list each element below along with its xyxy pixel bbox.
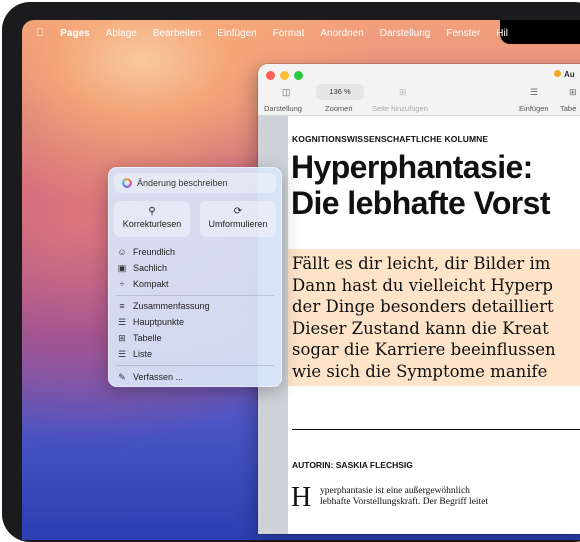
menu-bar:  Pages Ablage Bearbeiten Einfügen Forma…	[22, 20, 508, 46]
list-label: Liste	[133, 349, 153, 359]
menu-separator	[116, 295, 274, 296]
magnifier-icon: ⚲	[148, 206, 156, 217]
menu-fenster[interactable]: Fenster	[446, 28, 480, 39]
add-page-icon: ⊞	[399, 87, 407, 97]
menu-bearbeiten[interactable]: Bearbeiten	[153, 28, 201, 39]
pages-window: Au ◫ Darstellung 136 % Zoomen ⊞ Seite hi…	[258, 64, 580, 534]
tone-professional-item[interactable]: ▣ Sachlich	[116, 261, 167, 275]
table-item[interactable]: ⊞ Tabelle	[116, 331, 162, 345]
author-byline: AUTORIN: SASKIA FLECHSIG	[292, 460, 413, 470]
document-title-text: Au	[564, 70, 575, 79]
summary-item[interactable]: ≡ Zusammenfassung	[116, 299, 210, 313]
briefcase-icon: ▣	[117, 262, 127, 273]
drop-cap: H	[291, 482, 312, 513]
view-button-label[interactable]: Darstellung	[264, 104, 302, 113]
body-line: yperphantasie ist eine außergewöhnlich	[320, 486, 470, 496]
apple-intelligence-icon	[122, 178, 132, 188]
insert-button-label[interactable]: Einfügen	[519, 104, 549, 113]
describe-change-placeholder: Änderung beschreiben	[137, 178, 228, 188]
column-kicker: KOGNITIONSWISSENSCHAFTLICHE KOLUMNE	[292, 134, 489, 144]
menu-einfuegen[interactable]: Einfügen	[217, 28, 256, 39]
smiley-icon: ☺	[117, 247, 127, 257]
menu-separator	[116, 365, 274, 366]
describe-change-input[interactable]: Änderung beschreiben	[114, 173, 276, 193]
proofread-button[interactable]: ⚲ Korrekturlesen	[114, 201, 190, 237]
headline-line: Die lebhafte Vorst	[291, 185, 550, 221]
table-button-label[interactable]: Tabe	[560, 104, 576, 113]
window-controls	[266, 71, 303, 80]
menu-ablage[interactable]: Ablage	[106, 28, 137, 39]
headline: Hyperphantasie: Die lebhafte Vorst	[291, 149, 550, 221]
sidebar-icon[interactable]: ◫	[282, 87, 291, 98]
proofread-label: Korrekturlesen	[122, 219, 182, 229]
bullet-list-icon: ☰	[117, 316, 127, 327]
lead-line: Dieser Zustand kann die Kreat	[292, 318, 549, 338]
writing-tools-popup: Änderung beschreiben ⚲ Korrekturlesen ⟳ …	[108, 167, 282, 387]
lead-line: sogar die Karriere beeinflussen	[292, 340, 556, 359]
table-icon[interactable]: ⊞	[569, 87, 577, 98]
key-points-item[interactable]: ☰ Hauptpunkte	[116, 315, 184, 329]
zoom-window-button[interactable]	[294, 71, 303, 80]
menu-anordnen[interactable]: Anordnen	[320, 28, 363, 39]
document-title: Au	[554, 70, 580, 84]
summary-label: Zusammenfassung	[133, 301, 210, 311]
window-toolbar: Au ◫ Darstellung 136 % Zoomen ⊞ Seite hi…	[258, 64, 580, 116]
apple-icon[interactable]: 	[36, 27, 44, 39]
divider	[292, 429, 580, 430]
menu-format[interactable]: Format	[273, 28, 305, 39]
menu-darstellung[interactable]: Darstellung	[380, 28, 431, 39]
compose-label: Verfassen ...	[133, 372, 184, 382]
list-item[interactable]: ☰ Liste	[116, 347, 152, 361]
lead-line: der Dinge besonders detailliert	[292, 297, 554, 316]
body-line: lebhafte Vorstellungskraft. Der Begriff …	[320, 497, 489, 507]
document-icon	[554, 70, 561, 77]
tone-friendly-label: Freundlich	[133, 247, 176, 257]
pencil-icon: ✎	[118, 371, 126, 382]
headline-line: Hyperphantasie:	[291, 149, 533, 185]
tone-concise-item[interactable]: ÷ Kompakt	[116, 277, 169, 291]
selected-lead-text[interactable]: Fällt es dir leicht, dir Bilder im Dann …	[288, 249, 580, 386]
zoom-label: Zoomen	[325, 104, 353, 113]
menu-hilfe[interactable]: Hil	[496, 28, 508, 39]
table-grid-icon: ⊞	[118, 332, 126, 343]
compose-item[interactable]: ✎ Verfassen ...	[116, 370, 183, 384]
tone-professional-label: Sachlich	[133, 263, 168, 273]
document-canvas: KOGNITIONSWISSENSCHAFTLICHE KOLUMNE Hype…	[258, 116, 580, 534]
rewrite-icon: ⟳	[233, 206, 243, 217]
minimize-button[interactable]	[280, 71, 289, 80]
close-button[interactable]	[266, 71, 275, 80]
key-points-label: Hauptpunkte	[133, 317, 185, 327]
body-text: yperphantasie ist eine außergewöhnlich l…	[320, 486, 488, 508]
list-icon: ☰	[117, 348, 127, 359]
lead-line: wie sich die Symptome manife	[292, 361, 548, 381]
compress-icon: ÷	[119, 279, 125, 289]
rewrite-label: Umformulieren	[208, 219, 268, 229]
zoom-select[interactable]: 136 %	[316, 84, 364, 100]
rewrite-button[interactable]: ⟳ Umformulieren	[200, 201, 276, 237]
laptop:  Pages Ablage Bearbeiten Einfügen Forma…	[0, 0, 580, 542]
lead-line: Fällt es dir leicht, dir Bilder im	[292, 254, 551, 273]
tone-friendly-item[interactable]: ☺ Freundlich	[116, 245, 175, 259]
camera-notch	[500, 20, 580, 44]
insert-icon[interactable]: ☰	[530, 87, 538, 98]
menu-app-pages[interactable]: Pages	[60, 28, 89, 39]
tone-concise-label: Kompakt	[133, 279, 169, 289]
add-page-button-label[interactable]: Seite hinzufügen	[372, 104, 428, 113]
summary-icon: ≡	[119, 301, 125, 311]
table-label: Tabelle	[133, 333, 162, 343]
lead-line: Dann hast du vielleicht Hyperp	[292, 275, 553, 295]
document-page[interactable]: KOGNITIONSWISSENSCHAFTLICHE KOLUMNE Hype…	[288, 116, 580, 534]
